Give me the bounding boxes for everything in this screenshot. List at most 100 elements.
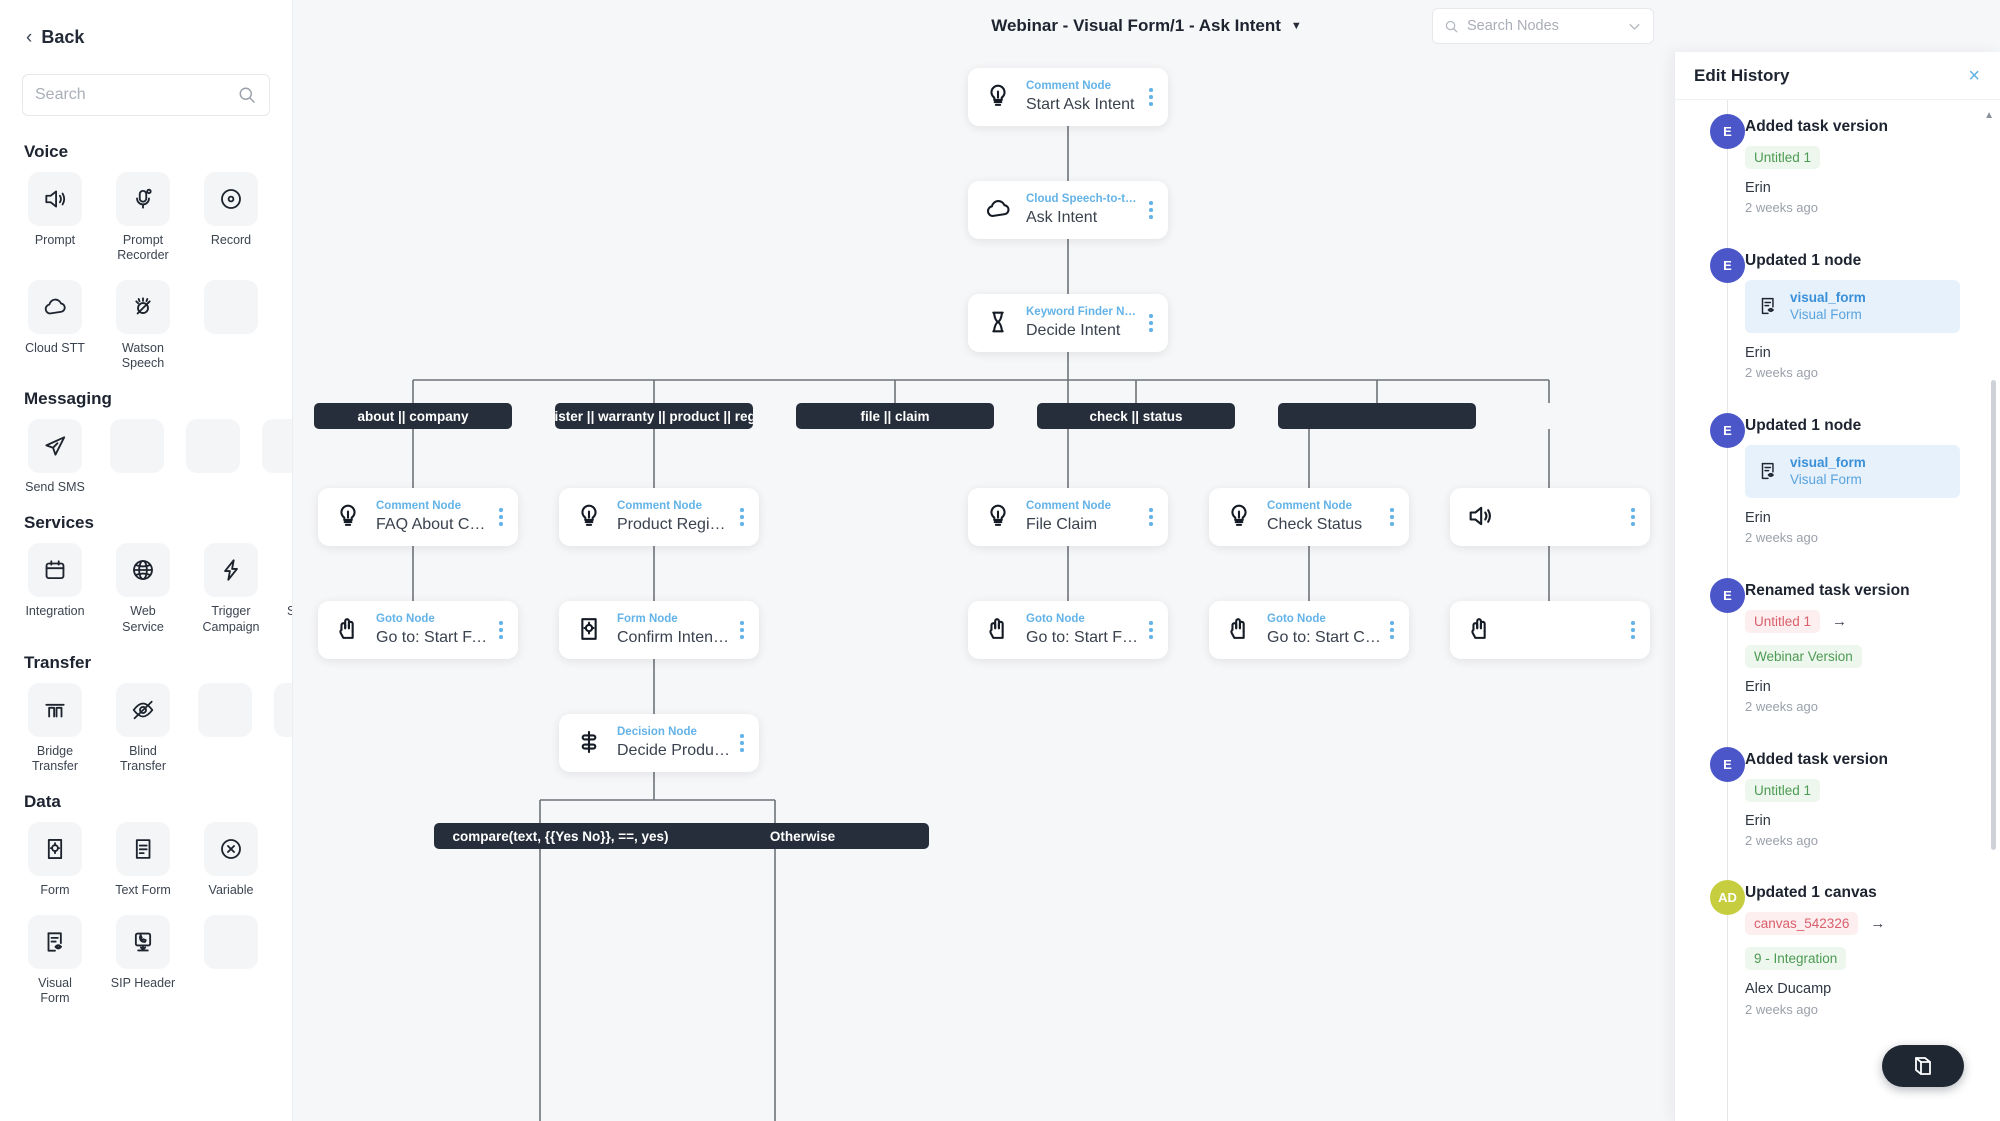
- palette-item-empty: [198, 279, 264, 372]
- node-menu-icon[interactable]: [731, 621, 747, 639]
- palette-item-blind-transfer[interactable]: Blind Transfer: [110, 682, 176, 775]
- history-entry[interactable]: E Updated 1 node visual_form Visual Form Eri…: [1675, 247, 2000, 383]
- palette-item-set-voice[interactable]: Set Voice: [286, 172, 292, 264]
- flow-node-type: Cloud Speech-to-text Node: [1026, 192, 1140, 205]
- palette-item-web-service[interactable]: Web Service: [110, 543, 176, 635]
- node-menu-icon[interactable]: [490, 621, 506, 639]
- flow-node-goto-faq[interactable]: Goto Node Go to: Start FAQ Abo...: [318, 601, 518, 659]
- palette-item-send-email[interactable]: Send Email: [286, 543, 292, 635]
- palette-item-label: Integration: [25, 604, 85, 619]
- decision-condition-chip[interactable]: compare(text, {{Yes No}}, ==, yes): [434, 823, 687, 849]
- node-menu-icon[interactable]: [731, 508, 747, 526]
- branch-condition-chip[interactable]: about || company: [314, 403, 512, 429]
- palette-item-label: Send Email: [286, 604, 292, 619]
- flow-node-file-claim[interactable]: Comment Node File Claim: [968, 488, 1168, 546]
- history-node-card[interactable]: visual_form Visual Form: [1745, 279, 1960, 333]
- speaker-icon: [1466, 502, 1496, 532]
- empty-slot: [262, 419, 292, 473]
- bridge-icon: [28, 682, 82, 737]
- history-entry[interactable]: E Renamed task version Untitled 1 → Webinar …: [1675, 577, 2000, 717]
- branch-condition-chip[interactable]: [1278, 403, 1476, 429]
- palette-item-visual-form[interactable]: Visual Form: [22, 914, 88, 1007]
- node-menu-icon[interactable]: [1140, 508, 1156, 526]
- node-menu-icon[interactable]: [1140, 201, 1156, 219]
- history-node-type: Visual Form: [1790, 307, 1862, 323]
- palette-item-empty: [286, 280, 292, 372]
- history-user: Erin: [1745, 678, 1771, 695]
- palette-item-label: Send SMS: [25, 480, 85, 494]
- palette-item-label: Text Form: [115, 883, 171, 898]
- palette-group-title: Transfer: [24, 652, 92, 672]
- palette-item-prompt-recorder[interactable]: Prompt Recorder: [110, 172, 176, 264]
- node-menu-icon[interactable]: [1140, 314, 1156, 332]
- flow-node-goto-file-claim[interactable]: Goto Node Go to: Start File Claim: [968, 601, 1168, 659]
- pointer-icon: [334, 615, 364, 645]
- flow-node-confirm-intent[interactable]: Form Node Confirm Intent Produ...: [559, 601, 759, 659]
- flow-node-text: Keyword Finder Node Decide Intent: [1026, 305, 1140, 342]
- node-menu-icon[interactable]: [490, 508, 506, 526]
- flow-node-check-status[interactable]: Comment Node Check Status: [1209, 488, 1409, 546]
- palette-item-empty: [186, 419, 240, 495]
- palette-item-label: Web Service: [122, 604, 164, 634]
- sip-header-icon: [116, 914, 170, 969]
- flow-node-text: Form Node Confirm Intent Produ...: [617, 612, 731, 649]
- document-title-dropdown[interactable]: Webinar - Visual Form/1 - Ask Intent ▼: [991, 16, 1302, 36]
- chevron-down-icon[interactable]: [1627, 19, 1642, 34]
- node-menu-icon[interactable]: [1381, 508, 1397, 526]
- flow-node-prompt-partial[interactable]: [1450, 488, 1650, 546]
- palette-item-label: Blind Transfer: [119, 743, 167, 773]
- node-menu-icon[interactable]: [1622, 508, 1638, 526]
- close-icon[interactable]: ×: [1968, 66, 1980, 86]
- history-entry[interactable]: E Added task version Untitled 1 Erin 2 weeks…: [1675, 746, 2000, 851]
- flow-node-goto-check-status[interactable]: Goto Node Go to: Start Check Sta...: [1209, 601, 1409, 659]
- flow-node-decide-intent[interactable]: Keyword Finder Node Decide Intent: [968, 294, 1168, 352]
- node-menu-icon[interactable]: [1140, 621, 1156, 639]
- history-entry[interactable]: E Added task version Untitled 1 Erin 2 weeks…: [1675, 114, 2000, 218]
- palette-item-prompt[interactable]: Prompt: [22, 172, 88, 264]
- palette-item-datastore[interactable]: Datastore: [286, 822, 293, 898]
- search-input[interactable]: [35, 86, 237, 104]
- node-menu-icon[interactable]: [1140, 88, 1156, 106]
- history-node-card[interactable]: visual_form Visual Form: [1745, 444, 1960, 498]
- flow-node-name: Confirm Intent Produ...: [617, 628, 731, 646]
- palette-item-empty: [198, 914, 264, 1007]
- history-timestamp: 2 weeks ago: [1745, 364, 1818, 380]
- palette-item-send-sms[interactable]: Send SMS: [22, 419, 88, 495]
- history-tag-row: Untitled 1 → Webinar Version: [1745, 609, 1960, 668]
- help-fab-button[interactable]: [1882, 1045, 1964, 1087]
- back-button[interactable]: ‹ Back: [22, 0, 270, 74]
- flow-node-faq-about-company[interactable]: Comment Node FAQ About Company: [318, 488, 518, 546]
- palette-item-watson-speech[interactable]: Watson Speech: [110, 279, 176, 372]
- flow-node-decide-product-reg[interactable]: Decision Node Decide Product Regis...: [559, 714, 759, 772]
- flow-node-start-ask-intent[interactable]: Comment Node Start Ask Intent: [968, 68, 1168, 126]
- text-form-icon: [116, 822, 170, 877]
- palette-item-variable[interactable]: Variable: [198, 822, 264, 898]
- decision-condition-chip[interactable]: Otherwise: [676, 823, 929, 849]
- node-menu-icon[interactable]: [1381, 621, 1397, 639]
- palette-item-form[interactable]: Form: [22, 822, 88, 898]
- palette-search[interactable]: [22, 74, 270, 116]
- branch-condition-chip[interactable]: file || claim: [796, 403, 994, 429]
- flow-node-product-registration[interactable]: Comment Node Product Registration: [559, 488, 759, 546]
- palette-item-cloud-stt[interactable]: Cloud STT: [22, 279, 88, 372]
- flow-node-ask-intent[interactable]: Cloud Speech-to-text Node Ask Intent: [968, 181, 1168, 239]
- palette-item-record[interactable]: Record: [198, 172, 264, 264]
- history-entry[interactable]: E Updated 1 node visual_form Visual Form Eri…: [1675, 412, 2000, 548]
- branch-condition-chip[interactable]: register || warranty || product || regis…: [555, 403, 753, 429]
- lightbulb-icon: [984, 82, 1014, 112]
- flow-node-goto-partial[interactable]: [1450, 601, 1650, 659]
- history-entry[interactable]: AD Updated 1 canvas canvas_542326 → 9 - Inte…: [1675, 880, 2000, 1019]
- branch-condition-chip[interactable]: check || status: [1037, 403, 1235, 429]
- palette-item-text-form[interactable]: Text Form: [110, 822, 176, 898]
- palette-item-bridge-transfer[interactable]: Bridge Transfer: [22, 682, 88, 775]
- edit-history-list[interactable]: ▲ E Added task version Untitled 1 Erin 2 wee…: [1675, 100, 2000, 1121]
- flow-node-type: Goto Node: [376, 612, 435, 625]
- palette-item-integration[interactable]: Integration: [22, 543, 88, 635]
- palette-item-sip-header[interactable]: SIP Header: [110, 914, 176, 1007]
- history-timestamp: 2 weeks ago: [1745, 698, 1818, 714]
- node-menu-icon[interactable]: [731, 734, 747, 752]
- node-menu-icon[interactable]: [1622, 621, 1638, 639]
- palette-item-trigger-campaign[interactable]: Trigger Campaign: [198, 543, 264, 635]
- history-node-card-text: visual_form Visual Form: [1790, 289, 1866, 324]
- node-search-box[interactable]: Search Nodes: [1432, 8, 1654, 44]
